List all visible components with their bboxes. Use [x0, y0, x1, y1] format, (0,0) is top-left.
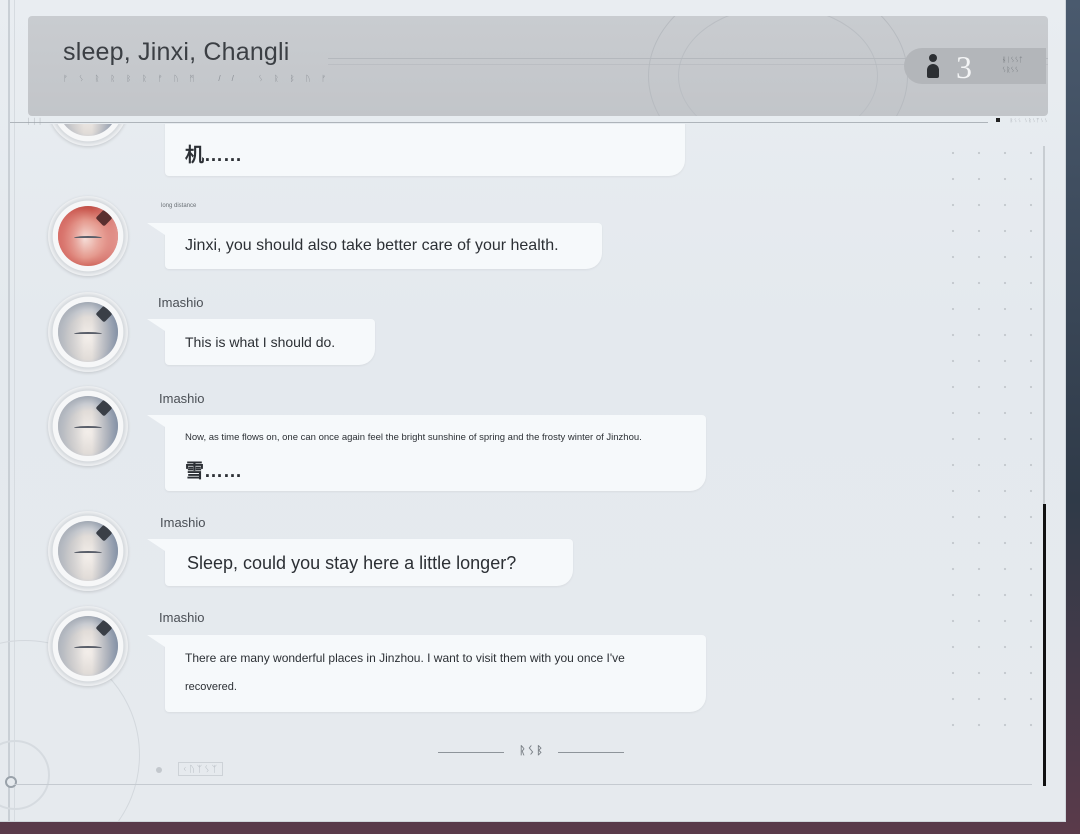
message-text: Now, as time flows on, one can once agai… [185, 432, 642, 443]
chat-window: sleep, Jinxi, Changli ᚠᛊᚱᚱᛒᚱᚠᚢᛗ // ᛊᚱᛒᚢᚠ… [0, 0, 1066, 822]
message-text: This is what I should do. [185, 334, 336, 350]
sender-name: Imashio [159, 610, 205, 625]
message-list[interactable]: 机…… long distance Jinxi, you should also… [0, 124, 1040, 784]
message-bubble: Jinxi, you should also take better care … [147, 223, 602, 269]
scrollbar-thumb[interactable] [1043, 504, 1046, 786]
avatar[interactable] [48, 511, 128, 591]
member-tag: ᚺᛁᛊᛊᛏ ᛊᚱᛊᛊ [1002, 57, 1023, 74]
corner-tag-text: ᚲᚢᛉᛊᛉ [178, 762, 224, 776]
avatar[interactable] [48, 386, 128, 466]
avatar[interactable] [48, 606, 128, 686]
message-text-2: recovered. [185, 681, 237, 693]
header-divider [10, 122, 988, 123]
sender-name: Imashio [160, 515, 206, 530]
message-text: Jinxi, you should also take better care … [185, 237, 559, 254]
message-bubble: There are many wonderful places in Jinzh… [147, 635, 706, 712]
message-text-2: 雪…… [185, 461, 243, 482]
message-bubble: 机…… [165, 124, 685, 176]
footer-mark: ᚱᛊᛒ [438, 744, 624, 762]
chat-title: sleep, Jinxi, Changli [63, 38, 290, 66]
chat-header: sleep, Jinxi, Changli ᚠᛊᚱᚱᛒᚱᚠᚢᛗ // ᛊᚱᛒᚢᚠ… [28, 16, 1048, 116]
divider-mark [996, 118, 1000, 122]
corner-tag: ᚲᚢᛉᛊᛉ [158, 762, 224, 776]
member-count: 3 [956, 49, 972, 85]
bottom-divider [14, 784, 1032, 785]
sender-name: long distance [161, 203, 197, 209]
message-text: 机…… [185, 145, 243, 166]
avatar[interactable] [48, 196, 128, 276]
message-bubble: Now, as time flows on, one can once agai… [147, 415, 706, 491]
avatar[interactable] [48, 124, 128, 146]
sender-name: Imashio [159, 391, 205, 406]
person-icon [926, 54, 940, 80]
header-decoration-inner [678, 16, 878, 116]
members-button[interactable]: 3 ᚺᛁᛊᛊᛏ ᛊᚱᛊᛊ [904, 48, 1046, 85]
avatar[interactable] [48, 292, 128, 372]
message-text: Sleep, could you stay here a little long… [187, 553, 517, 573]
sender-name: Imashio [158, 295, 204, 310]
message-text: There are many wonderful places in Jinzh… [185, 651, 625, 665]
footer-mark-text: ᚱᛊᛒ [519, 745, 545, 757]
message-bubble: This is what I should do. [147, 319, 375, 365]
message-bubble: Sleep, could you stay here a little long… [147, 539, 573, 586]
chat-subtitle: ᚠᛊᚱᚱᛒᚱᚠᚢᛗ // ᛊᚱᛒᚢᚠ [63, 74, 338, 83]
